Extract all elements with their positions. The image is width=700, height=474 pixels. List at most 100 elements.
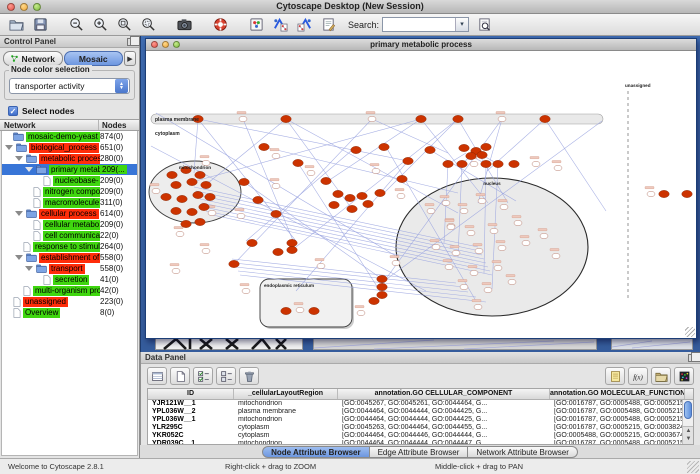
file-icon	[33, 220, 41, 230]
tree-item[interactable]: Overview8(0)	[2, 307, 137, 318]
expander-icon[interactable]	[5, 145, 13, 150]
network-canvas[interactable]: plasma membranecytoplasmmitochondrionnuc…	[146, 51, 696, 338]
tree-item[interactable]: transport558(0)	[2, 263, 137, 274]
table-cell: mitochondrion	[234, 416, 338, 424]
tree-item[interactable]: nucleobase-209(0)	[2, 175, 137, 186]
zoom-fit-button[interactable]	[112, 15, 136, 35]
expander-icon[interactable]	[15, 211, 23, 216]
tree-column-nodes[interactable]: Nodes	[99, 120, 139, 130]
tree-item-count: 280(0)	[100, 154, 137, 163]
annotation-button[interactable]	[316, 15, 340, 35]
expander-icon[interactable]	[25, 167, 33, 172]
tree-item[interactable]: establishment of lo558(0)	[2, 252, 137, 263]
select-nodes-checkbox[interactable]: ✓	[8, 106, 18, 116]
plasma-membrane-region	[151, 114, 603, 124]
file-icon	[33, 231, 41, 241]
column-header[interactable]: _cellularLayoutRegion	[234, 389, 338, 399]
status-message: Welcome to Cytoscape 2.8.1	[8, 462, 104, 471]
search-options-button[interactable]	[472, 15, 496, 35]
cytoplasm-label: cytoplasm	[155, 131, 180, 137]
tree-item-label: unassigned	[23, 297, 68, 307]
file-icon	[23, 242, 31, 252]
save-button[interactable]	[28, 15, 52, 35]
tree-item[interactable]: multi-organism pro42(0)	[2, 285, 137, 296]
zoom-in-button[interactable]	[88, 15, 112, 35]
new-page-icon	[174, 370, 187, 383]
notes-button[interactable]	[605, 367, 625, 385]
tree-item-label: primary metabo	[49, 165, 100, 175]
folder-small-button[interactable]	[651, 367, 671, 385]
tab-overflow-button[interactable]: ▶	[124, 51, 136, 66]
tab-network[interactable]: Network	[3, 51, 63, 66]
folder-icon	[26, 209, 37, 218]
network-graph[interactable]: plasma membranecytoplasmmitochondrionnuc…	[146, 51, 696, 338]
node-color-select[interactable]: transporter activity ▲▼	[9, 78, 130, 94]
snapshot-button[interactable]	[172, 15, 196, 35]
tree-item[interactable]: secretion41(0)	[2, 274, 137, 285]
table-row[interactable]: YPL036W__2plasma membrane[GO:0044464, GO…	[148, 408, 693, 416]
tree-item[interactable]: response to stimulu264(0)	[2, 241, 137, 252]
search-input[interactable]	[383, 19, 455, 31]
status-message: Middle-click + drag to PAN	[435, 462, 523, 471]
column-header[interactable]: annotation.GO CELLULAR_COMPONENT	[338, 389, 550, 399]
layout-1-button[interactable]	[268, 15, 292, 35]
column-header[interactable]: ID	[148, 389, 234, 399]
tree-column-network[interactable]: Network	[0, 120, 99, 130]
layout-2-button[interactable]	[292, 15, 316, 35]
folder-icon	[26, 253, 37, 262]
table-row[interactable]: YLR295Ccytoplasm[GO:0045263, GO:0044464,…	[148, 424, 693, 432]
zoom-region-button[interactable]	[136, 15, 160, 35]
toolbar-separator	[160, 15, 172, 35]
scrollbar-thumb[interactable]	[684, 401, 692, 419]
column-header[interactable]: annotation.GO MOLECULAR_FUNCTION	[550, 389, 685, 399]
matrix-button[interactable]	[674, 367, 694, 385]
search-dropdown-button[interactable]: ▾	[455, 18, 468, 31]
tree-item-label: transport	[49, 264, 85, 274]
help-ring-button[interactable]	[208, 15, 232, 35]
nucleus-label: nucleus	[483, 181, 501, 186]
table-row[interactable]: YKR052Ccytoplasm[GO:0044464, GO:0044446,…	[148, 432, 693, 440]
tree-item-count: 264(0)	[100, 242, 137, 251]
open-folder-button[interactable]	[4, 15, 28, 35]
expander-icon[interactable]	[15, 255, 23, 260]
window-resize-grip[interactable]	[685, 327, 695, 337]
formula-button[interactable]: f(x)	[628, 367, 648, 385]
tree-item[interactable]: cellular process614(0)	[2, 208, 137, 219]
table-row[interactable]: YJR121W__1mitochondrion[GO:0045267, GO:0…	[148, 400, 693, 408]
vizmapper-button[interactable]	[244, 15, 268, 35]
folder-icon	[13, 132, 24, 141]
tree-item-count: 558(0)	[100, 253, 137, 262]
tree-item[interactable]: primary metabo209(...	[2, 164, 137, 175]
tab-edge-attribute-browser[interactable]: Edge Attribute Browser	[370, 446, 469, 458]
tree-item[interactable]: unassigned223(0)	[2, 296, 137, 307]
tree-item-label: cell communicat	[43, 231, 100, 241]
table-scrollbar[interactable]: ▲▼	[682, 400, 693, 444]
zoom-out-button[interactable]	[64, 15, 88, 35]
unselect-grid-button[interactable]	[216, 367, 236, 385]
app-resize-grip[interactable]	[687, 461, 699, 473]
float-panel-icon[interactable]	[688, 354, 696, 362]
expander-icon[interactable]	[15, 156, 23, 161]
tree-item[interactable]: metabolic process280(0)	[2, 153, 137, 164]
trash-button[interactable]	[239, 367, 259, 385]
formula-icon: f(x)	[632, 370, 645, 383]
expander-icon[interactable]	[25, 266, 33, 271]
tree-item[interactable]: cellular metabo209(0)	[2, 219, 137, 230]
table-rows-button[interactable]	[147, 367, 167, 385]
tree-item[interactable]: macromolecule311(0)	[2, 197, 137, 208]
tab-mosaic[interactable]: Mosaic	[64, 51, 124, 66]
tab-node-attribute-browser[interactable]: Node Attribute Browser	[262, 446, 370, 458]
float-panel-icon[interactable]	[127, 38, 135, 46]
toolbar-separator	[52, 15, 64, 35]
node-color-selection-legend: Node color selection	[9, 65, 92, 74]
new-page-button[interactable]	[170, 367, 190, 385]
tree-item[interactable]: biological_process651(0)	[2, 142, 137, 153]
tree-item[interactable]: cell communicat22(0)	[2, 230, 137, 241]
table-row[interactable]: YPL036W__1mitochondrion[GO:0044464, GO:0…	[148, 416, 693, 424]
tab-network-attribute-browser[interactable]: Network Attribute Browser	[468, 446, 577, 458]
scrollbar-arrows[interactable]: ▲▼	[683, 426, 694, 444]
status-message: Right-click + drag to ZOOM	[225, 462, 316, 471]
tree-item[interactable]: nitrogen compo209(0)	[2, 186, 137, 197]
tree-item[interactable]: mosaic-demo-yeast874(0)	[2, 131, 137, 142]
select-grid-button[interactable]	[193, 367, 213, 385]
